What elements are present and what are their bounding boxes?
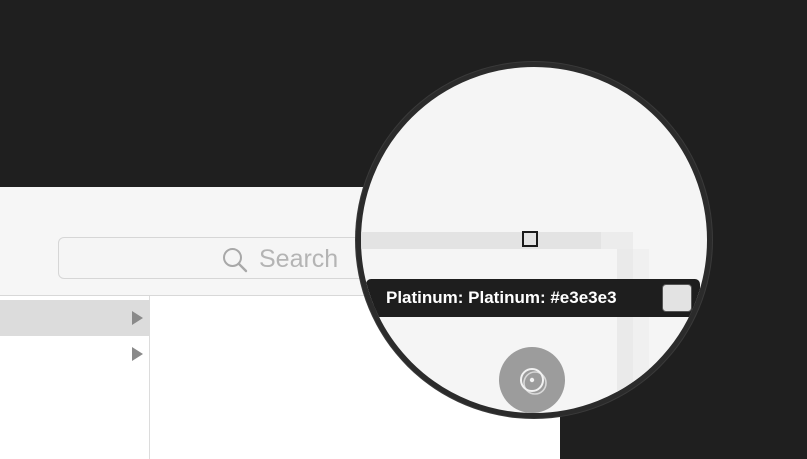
disc-icon	[499, 347, 565, 413]
color-name-label: Platinum: Platinum: #e3e3e3	[386, 288, 617, 307]
magnified-pixel-column	[633, 249, 649, 413]
color-swatch	[662, 284, 692, 312]
disclosure-triangle-icon	[132, 347, 143, 361]
color-tooltip: Platinum: Platinum: #e3e3e3	[366, 279, 700, 317]
magnified-pixel-column	[617, 249, 633, 413]
search-icon	[223, 248, 248, 273]
color-picker-loupe: Platinum: Platinum: #e3e3e3	[356, 62, 712, 418]
disclosure-triangle-icon	[132, 311, 143, 325]
target-pixel-marker	[522, 231, 538, 247]
list-item[interactable]	[0, 300, 149, 336]
search-placeholder: Search	[259, 245, 339, 273]
browser-column	[0, 296, 150, 459]
list-item[interactable]	[0, 336, 149, 372]
magnified-pixel	[617, 232, 633, 249]
magnified-pixel-row	[361, 232, 621, 249]
